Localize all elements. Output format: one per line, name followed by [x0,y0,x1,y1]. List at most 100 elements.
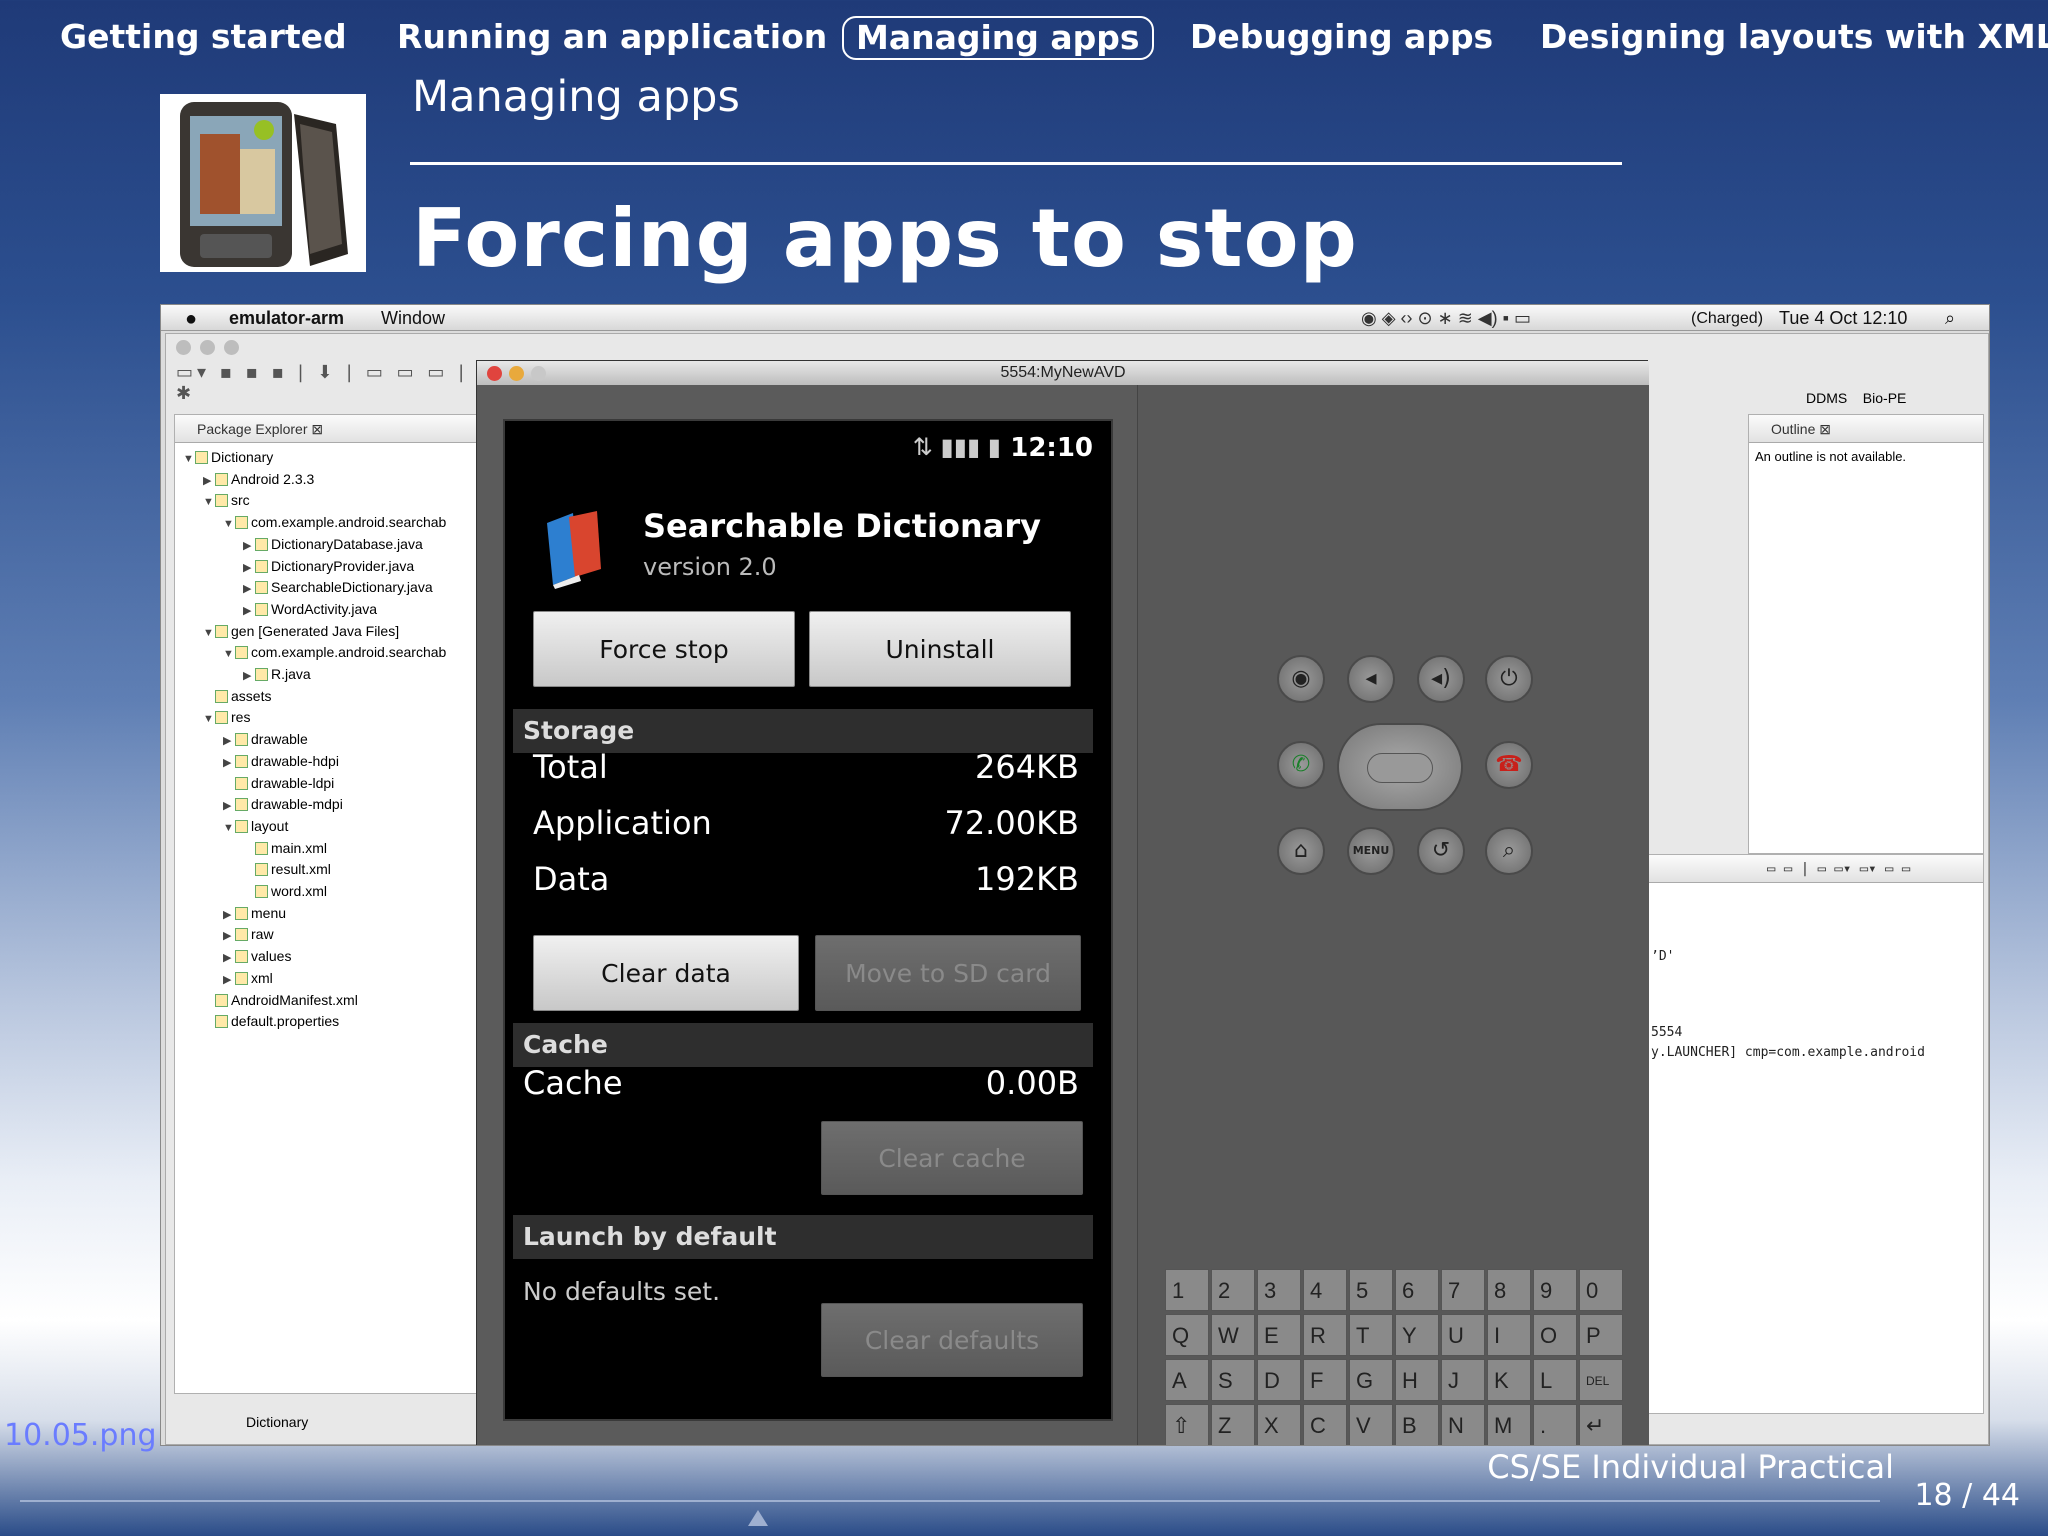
tree-item[interactable]: ▶ DictionaryProvider.java [243,556,414,577]
keyboard-key[interactable]: B [1395,1404,1439,1445]
keyboard-key[interactable]: O [1533,1314,1577,1356]
keyboard-key[interactable]: J [1441,1359,1485,1401]
keyboard-key[interactable]: 1 [1165,1269,1209,1311]
tree-item[interactable]: default.properties [203,1011,339,1032]
tree-toggle-icon[interactable]: ▶ [243,536,255,557]
keyboard-key[interactable]: 3 [1257,1269,1301,1311]
clear-cache-button[interactable]: Clear cache [821,1121,1083,1195]
tree-item[interactable]: ▼ gen [Generated Java Files] [203,621,399,642]
keyboard-key[interactable]: K [1487,1359,1531,1401]
nav-running-app[interactable]: Running an application [397,14,827,60]
nav-getting-started[interactable]: Getting started [60,14,347,60]
tree-toggle-icon[interactable]: ▶ [223,926,235,947]
keyboard-key[interactable]: V [1349,1404,1393,1445]
nav-debugging-apps[interactable]: Debugging apps [1190,14,1493,60]
tree-item[interactable]: ▶ drawable-mdpi [223,794,343,815]
clear-data-button[interactable]: Clear data [533,935,799,1011]
tree-item[interactable]: AndroidManifest.xml [203,990,358,1011]
keyboard-key[interactable]: 4 [1303,1269,1347,1311]
volume-down-icon[interactable]: ◂ [1347,655,1395,703]
outline-tab[interactable]: Outline ⊠ [1749,415,1983,443]
dpad-control[interactable] [1337,723,1463,811]
tree-item[interactable]: ▶ menu [223,903,286,924]
tree-toggle-icon[interactable]: ▶ [223,948,235,969]
tree-toggle-icon[interactable]: ▼ [223,514,235,535]
keyboard-key[interactable]: C [1303,1404,1347,1445]
spotlight-icon[interactable]: ⌕ [1945,308,1955,329]
tree-item[interactable]: ▶ drawable [223,729,308,750]
tree-toggle-icon[interactable]: ▼ [183,449,195,470]
keyboard-key[interactable]: H [1395,1359,1439,1401]
tree-item[interactable]: ▶ DictionaryDatabase.java [243,534,423,555]
keyboard-key[interactable]: 5 [1349,1269,1393,1311]
keyboard-key[interactable]: Y [1395,1314,1439,1356]
tree-toggle-icon[interactable]: ▶ [223,905,235,926]
keyboard-key[interactable]: 0 [1579,1269,1623,1311]
tree-toggle-icon[interactable]: ▼ [223,644,235,665]
keyboard-key[interactable]: P [1579,1314,1623,1356]
keyboard-key[interactable]: T [1349,1314,1393,1356]
tree-item[interactable]: ▼ res [203,707,250,728]
call-icon[interactable]: ✆ [1277,741,1325,789]
keyboard-key[interactable]: 9 [1533,1269,1577,1311]
end-call-icon[interactable]: ☎ [1485,741,1533,789]
keyboard-key[interactable]: S [1211,1359,1255,1401]
tree-item[interactable]: ▼ Dictionary [183,447,273,468]
keyboard-key[interactable]: U [1441,1314,1485,1356]
close-icon[interactable] [487,366,502,381]
menu-app-name[interactable]: emulator-arm [229,308,344,329]
console-toolbar[interactable]: ▭ ▭ | ▭ ▭▾ ▭▾ ▭ ▭ [1647,855,1983,883]
dpad-center[interactable] [1367,753,1433,783]
keyboard-key[interactable]: L [1533,1359,1577,1401]
keyboard-key[interactable]: ⇧ [1165,1404,1209,1445]
tree-toggle-icon[interactable]: ▶ [243,579,255,600]
tree-item[interactable]: main.xml [243,838,327,859]
camera-icon[interactable]: ◉ [1277,655,1325,703]
biope-perspective[interactable]: Bio-PE [1863,390,1907,406]
tree-item[interactable]: ▼ com.example.android.searchab [223,512,446,533]
apple-icon[interactable]: ● [185,308,197,331]
tree-toggle-icon[interactable]: ▶ [223,796,235,817]
back-icon[interactable]: ↺ [1417,827,1465,875]
tree-toggle-icon[interactable]: ▶ [223,970,235,991]
tree-toggle-icon[interactable]: ▼ [203,623,215,644]
move-to-sd-button[interactable]: Move to SD card [815,935,1081,1011]
tree-toggle-icon[interactable]: ▶ [243,666,255,687]
tree-item[interactable]: ▶ Android 2.3.3 [203,469,314,490]
volume-up-icon[interactable]: ◂) [1417,655,1465,703]
tree-item[interactable]: ▶ WordActivity.java [243,599,377,620]
nav-designing-layouts[interactable]: Designing layouts with XML [1540,14,2048,60]
tree-item[interactable]: word.xml [243,881,327,902]
keyboard-key[interactable]: R [1303,1314,1347,1356]
keyboard-key[interactable]: Q [1165,1314,1209,1356]
keyboard-key[interactable]: DEL [1579,1359,1623,1401]
ddms-perspective[interactable]: DDMS [1806,390,1847,406]
nav-triangle-icon[interactable] [748,1510,768,1526]
tree-toggle-icon[interactable]: ▶ [243,558,255,579]
tree-item[interactable]: assets [203,686,271,707]
keyboard-key[interactable]: M [1487,1404,1531,1445]
tree-item[interactable]: ▼ layout [223,816,288,837]
keyboard-key[interactable]: ↵ [1579,1404,1623,1445]
tree-item[interactable]: ▶ drawable-hdpi [223,751,339,772]
tree-toggle-icon[interactable]: ▼ [203,709,215,730]
tree-toggle-icon[interactable]: ▼ [203,492,215,513]
keyboard-key[interactable]: W [1211,1314,1255,1356]
tree-item[interactable]: ▶ values [223,946,291,967]
keyboard-key[interactable]: . [1533,1404,1577,1445]
tree-item[interactable]: drawable-ldpi [223,773,334,794]
tree-item[interactable]: result.xml [243,859,331,880]
keyboard-key[interactable]: F [1303,1359,1347,1401]
keyboard-key[interactable]: A [1165,1359,1209,1401]
keyboard-key[interactable]: X [1257,1404,1301,1445]
keyboard-key[interactable]: E [1257,1314,1301,1356]
keyboard-key[interactable]: I [1487,1314,1531,1356]
tree-item[interactable]: ▶ raw [223,924,274,945]
minimize-icon[interactable] [509,366,524,381]
keyboard-key[interactable]: Z [1211,1404,1255,1445]
tree-item[interactable]: ▼ com.example.android.searchab [223,642,446,663]
tree-toggle-icon[interactable]: ▶ [203,471,215,492]
home-icon[interactable]: ⌂ [1277,827,1325,875]
tree-item[interactable]: ▼ src [203,490,250,511]
menu-window[interactable]: Window [381,308,445,329]
